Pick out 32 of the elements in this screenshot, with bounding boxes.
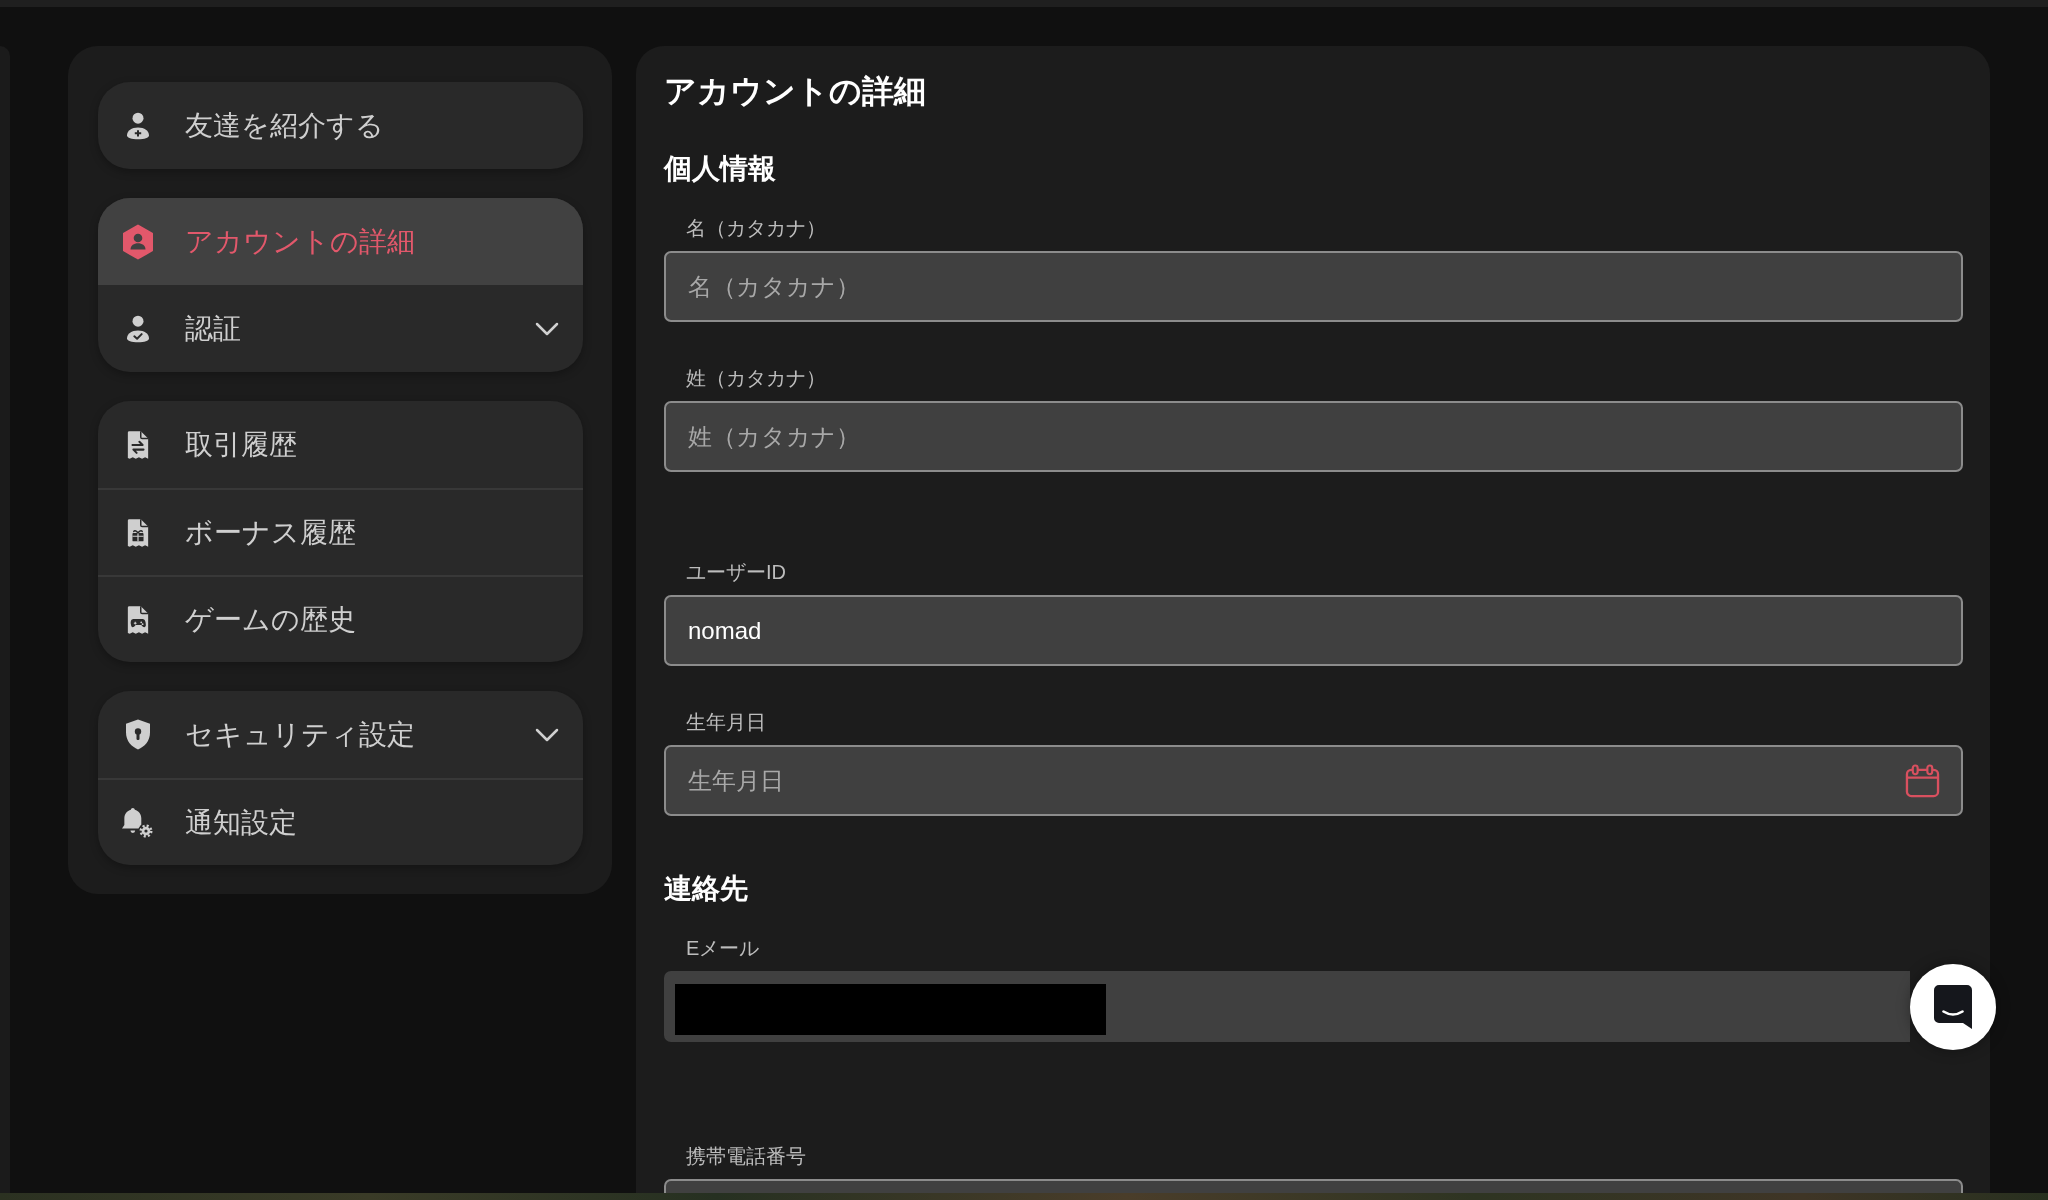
bell-gear-icon: [122, 806, 154, 839]
field-label: Eメール: [685, 936, 760, 961]
sidebar-item[interactable]: 通知設定: [98, 778, 583, 865]
date-input-field[interactable]: 生年月日: [664, 745, 1963, 816]
sidebar-item[interactable]: セキュリティ設定: [98, 691, 583, 778]
chat-bubble-icon: [1934, 985, 1972, 1029]
sidebar-item[interactable]: ゲームの歴史: [98, 575, 583, 662]
section-heading: 連絡先: [664, 872, 748, 906]
document-gamepad-icon: [126, 604, 150, 635]
calendar-icon: [1905, 763, 1940, 798]
field-label: 携帯電話番号: [685, 1144, 806, 1169]
sidebar-item[interactable]: 友達を紹介する: [98, 82, 583, 169]
text-input-field[interactable]: 姓（カタカナ）: [664, 401, 1963, 472]
field-label: 名（カタカナ）: [685, 216, 826, 241]
shield-keyhole-icon: [125, 719, 151, 750]
field-label: 生年月日: [685, 710, 766, 735]
field-label: ユーザーID: [685, 560, 786, 585]
document-gift-icon: [126, 517, 150, 548]
text-input-field[interactable]: nomad: [664, 595, 1963, 666]
email-input-field[interactable]: [664, 971, 1910, 1042]
user-plus-icon: [127, 111, 149, 140]
field-label: 姓（カタカナ）: [685, 366, 826, 391]
sidebar-item[interactable]: 認証: [98, 285, 583, 372]
user-check-icon: [127, 314, 149, 343]
text-input-field[interactable]: [664, 1179, 1963, 1193]
page-title: アカウントの詳細: [664, 72, 926, 111]
sidebar-item[interactable]: ボーナス履歴: [98, 488, 583, 575]
section-heading: 個人情報: [664, 152, 776, 186]
document-arrows-icon: [126, 429, 150, 460]
user-hexagon-icon: [122, 223, 154, 260]
sidebar-item[interactable]: 取引履歴: [98, 401, 583, 488]
text-input-field[interactable]: 名（カタカナ）: [664, 251, 1963, 322]
